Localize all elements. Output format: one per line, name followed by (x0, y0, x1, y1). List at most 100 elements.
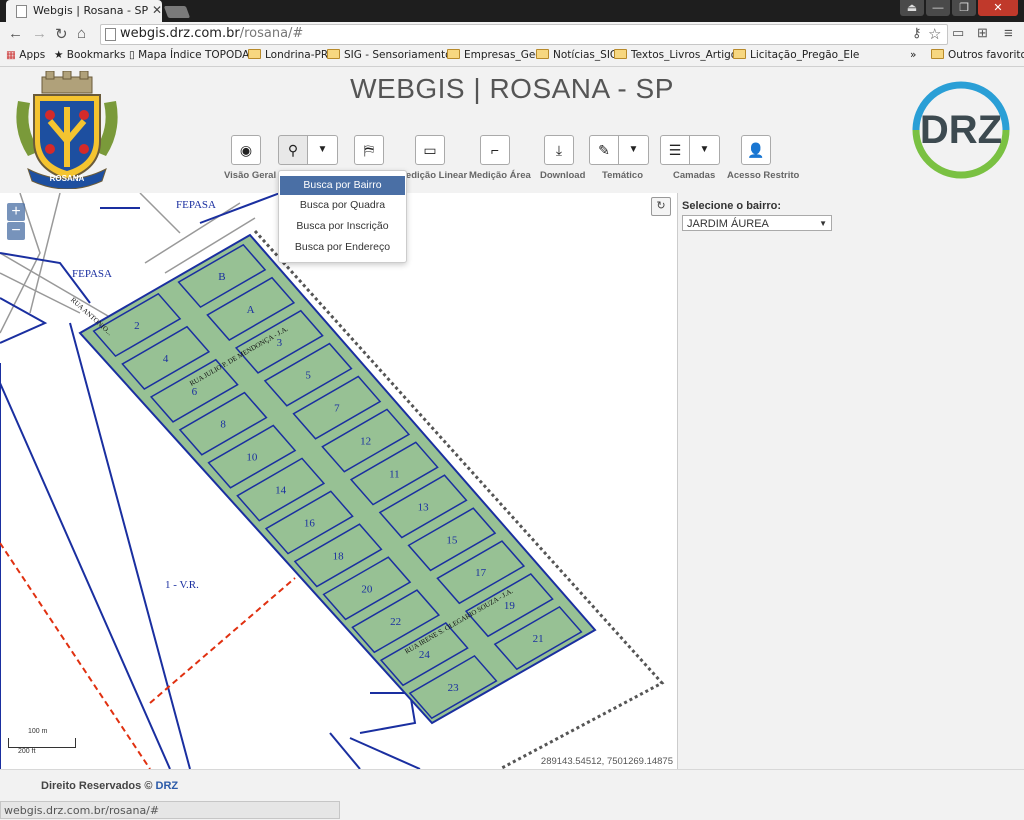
bookmark-licitacao[interactable]: Licitação_Pregão_Ele (733, 49, 859, 61)
zoom-in-button[interactable]: + (7, 203, 25, 221)
extension-icon[interactable]: ⊞ (977, 25, 988, 41)
layers-icon: ☰ (668, 142, 682, 158)
close-window-button[interactable]: ✕ (978, 0, 1018, 16)
caret-down-icon: ▼ (819, 219, 827, 228)
block-label: 22 (390, 616, 401, 628)
neighborhood-blocks: B2A436587101214111613181520172219242123R… (69, 233, 597, 725)
bairro-select[interactable]: JARDIM ÁUREA ▼ (682, 215, 832, 231)
area-measure-button[interactable]: ⌐ (480, 135, 510, 165)
block-label: 21 (533, 633, 544, 645)
url-host: webgis.drz.com.br (120, 26, 240, 41)
footer-drz-link[interactable]: DRZ (156, 780, 179, 792)
key-icon[interactable]: ⚷ (912, 25, 922, 41)
restricted-access-button[interactable]: 👤 (741, 135, 771, 165)
map-canvas[interactable]: B 2 A 4 3 6 5 8 7 10 12 14 11 16 13 18 15 20 17 22 19 24 21 23 R… (0, 193, 678, 769)
new-tab-button[interactable] (163, 6, 191, 18)
thematic-button[interactable]: ✎ (589, 135, 619, 165)
coat-label: ROSANA (50, 174, 85, 183)
download-icon: ⤓ (555, 142, 563, 158)
tab-close-icon[interactable]: ✕ (152, 3, 162, 17)
block-label: 10 (246, 452, 258, 464)
layers-map-icon: ⛿ (363, 142, 375, 158)
bookmark-noticias[interactable]: Notícias_SIG (536, 49, 618, 61)
block-label: 7 (334, 403, 340, 415)
caret-down-icon: ▼ (628, 144, 639, 155)
folder-icon (447, 49, 460, 59)
search-icon: ⚲ (287, 142, 299, 158)
refresh-icon: ↻ (656, 200, 666, 212)
block-label: 8 (220, 419, 226, 431)
linear-measure-label: Medição Linear (398, 170, 468, 181)
restore-button[interactable]: ❐ (952, 0, 976, 16)
address-bar[interactable]: webgis.drz.com.br/rosana/# (100, 24, 948, 45)
bookmark-mapa[interactable]: ▯ Mapa Índice TOPODA (129, 49, 249, 61)
back-icon[interactable]: ← (8, 25, 23, 42)
thematic-label: Temático (602, 170, 644, 181)
minimize-button[interactable]: — (926, 0, 950, 16)
overview-button[interactable]: ◉ (231, 135, 261, 165)
drz-logo: DRZ (912, 81, 1010, 179)
bookmark-bookmarks[interactable]: ★ Bookmarks (54, 49, 125, 61)
bookmark-sig[interactable]: SIG - Sensoriamento (327, 49, 452, 61)
menu-item-busca-quadra[interactable]: Busca por Quadra (280, 196, 405, 215)
scale-bar: 100 m 200 ft (8, 728, 76, 755)
caret-down-icon: ▼ (699, 144, 710, 155)
bookmark-outros[interactable]: Outros favoritos (931, 49, 1024, 61)
block-label: 2 (134, 320, 140, 332)
map-label-fepasa: FEPASA (72, 268, 112, 280)
menu-icon[interactable]: ≡ (1004, 25, 1013, 42)
refresh-map-button[interactable]: ↻ (651, 197, 671, 216)
forward-icon[interactable]: → (32, 25, 47, 42)
layers-label: Camadas (673, 170, 716, 181)
bookmarks-overflow[interactable]: » (910, 49, 916, 61)
home-icon[interactable]: ⌂ (77, 25, 86, 42)
apps-grid-icon: ▦ (6, 49, 16, 61)
url-path: /rosana/# (239, 26, 304, 41)
coordinate-readout: 289143.54512, 7501269.14875 (540, 756, 673, 767)
ruler-icon: ▭ (423, 142, 437, 158)
area-icon: ⌐ (490, 142, 500, 158)
browser-status-bar: webgis.drz.com.br/rosana/# (0, 801, 340, 819)
map-label-vr: 1 - V.R. (165, 579, 199, 591)
rosana-coat-of-arms: ROSANA (16, 71, 118, 189)
menu-item-busca-endereco[interactable]: Busca por Endereço (280, 238, 405, 257)
thematic-icon: ✎ (598, 142, 610, 158)
menu-item-busca-bairro[interactable]: Busca por Bairro (280, 176, 405, 195)
thematic-dropdown-toggle[interactable]: ▼ (619, 135, 649, 165)
menu-item-busca-inscricao[interactable]: Busca por Inscrição (280, 217, 405, 236)
folder-icon (536, 49, 549, 59)
bookmark-empresas[interactable]: Empresas_Geo (447, 49, 542, 61)
block-label: 4 (163, 353, 169, 365)
layers-dropdown-toggle[interactable]: ▼ (690, 135, 720, 165)
reload-icon[interactable]: ↻ (55, 25, 68, 43)
layers-button[interactable]: ☰ (660, 135, 690, 165)
block-label: B (218, 271, 225, 283)
bookmark-star-icon[interactable]: ☆ (928, 25, 941, 43)
bairro-selected-value: JARDIM ÁUREA (687, 218, 769, 230)
cast-icon[interactable]: ▭ (952, 25, 964, 41)
folder-icon (248, 49, 261, 59)
globe-icon: ◉ (239, 142, 253, 158)
user-icon: 👤 (747, 142, 765, 158)
download-button[interactable]: ⤓ (544, 135, 574, 165)
browser-tab[interactable]: Webgis | Rosana - SP ✕ (6, 0, 162, 22)
zoom-out-button[interactable]: − (7, 222, 25, 240)
profile-button[interactable]: ⏏ (900, 0, 924, 16)
overview-label: Visão Geral (224, 170, 277, 181)
block-label: 16 (304, 518, 316, 530)
search-dropdown-toggle[interactable]: ▼ (308, 135, 338, 165)
block-label: 19 (504, 600, 516, 612)
linear-measure-button[interactable]: ▭ (415, 135, 445, 165)
bookmark-apps[interactable]: ▦ Apps (6, 49, 45, 61)
bookmark-londrina[interactable]: Londrina-PR (248, 49, 328, 61)
map-layers-button[interactable]: ⛿ (354, 135, 384, 165)
folder-icon (614, 49, 627, 59)
area-measure-label: Medição Área (469, 170, 531, 181)
block-label: 18 (333, 550, 345, 562)
download-label: Download (540, 170, 586, 181)
bookmarks-bar: ▦ Apps ★ Bookmarks ▯ Mapa Índice TOPODA … (0, 46, 1024, 67)
search-button[interactable]: ⚲ (278, 135, 308, 165)
block-label: 23 (448, 682, 460, 694)
map-label-fepasa-top: FEPASA (176, 199, 216, 211)
bookmark-textos[interactable]: Textos_Livros_Artigos (614, 49, 743, 61)
